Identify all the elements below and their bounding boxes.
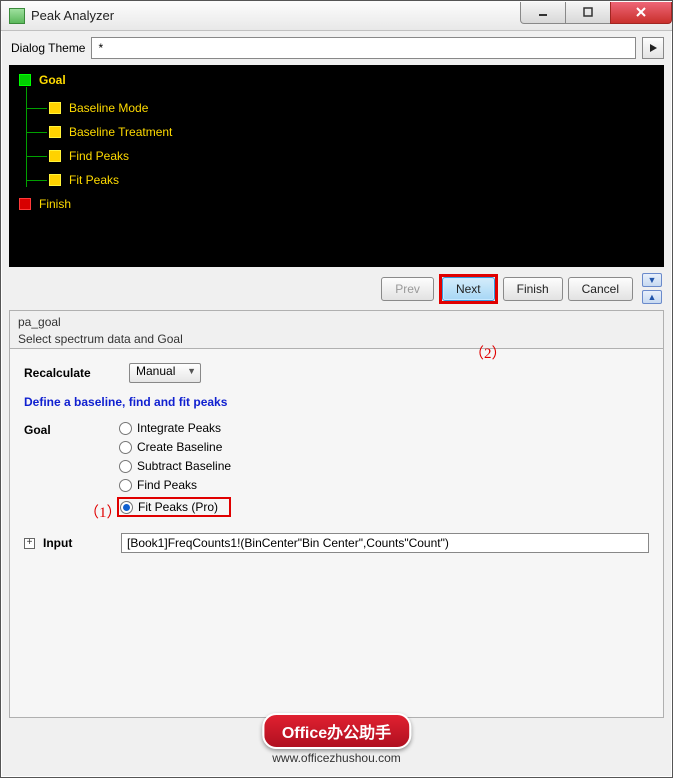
titlebar[interactable]: Peak Analyzer [1,1,672,31]
radio-label: Fit Peaks (Pro) [138,500,218,514]
tree-children: Baseline Mode Baseline Treatment Find Pe… [26,87,654,187]
radio-fit-peaks-pro[interactable]: Fit Peaks (Pro) [120,500,221,514]
recalculate-select[interactable]: Manual [129,363,201,383]
tree-root-label: Goal [39,73,66,87]
spin-up-button[interactable]: ▲ [642,290,662,304]
play-icon [648,43,658,53]
main-panel: Recalculate Manual Define a baseline, fi… [9,348,664,718]
cancel-button[interactable]: Cancel [568,277,633,301]
square-yellow-icon [49,150,61,162]
section-desc: Select spectrum data and Goal [18,332,655,346]
recalculate-row: Recalculate Manual [24,363,649,383]
dialog-theme-input[interactable] [91,37,636,59]
radio-create-baseline[interactable]: Create Baseline [119,440,231,454]
expand-input-button[interactable]: + [24,538,35,549]
annotation-1: （1） [84,501,122,522]
close-button[interactable] [610,2,672,24]
minimize-icon [537,6,549,18]
input-data-field[interactable] [121,533,649,553]
dialog-theme-menu-button[interactable] [642,37,664,59]
chevron-up-icon: ▲ [648,292,657,302]
minimize-button[interactable] [520,2,566,24]
tree-root-goal[interactable]: Goal [19,73,654,87]
radio-subtract-baseline[interactable]: Subtract Baseline [119,459,231,473]
app-icon [9,8,25,24]
maximize-button[interactable] [565,2,611,24]
goal-radio-group: Integrate Peaks Create Baseline Subtract… [119,421,231,517]
window-controls [521,2,672,24]
radio-label: Create Baseline [137,440,222,454]
tree-item-label: Baseline Treatment [69,125,172,139]
chevron-down-icon: ▼ [648,275,657,285]
maximize-icon [582,6,594,18]
input-row: + Input [24,533,649,553]
dialog-theme-row: Dialog Theme [1,31,672,61]
panel-subtitle: Define a baseline, find and fit peaks [24,395,649,409]
tree-item-label: Fit Peaks [69,173,119,187]
square-yellow-icon [49,102,61,114]
wizard-nav: Prev Next Finish Cancel ▼ ▲ [1,273,672,308]
next-button-highlight: Next [439,274,498,304]
radio-icon [119,422,132,435]
radio-icon [119,479,132,492]
tree-item-label: Baseline Mode [69,101,148,115]
spin-down-button[interactable]: ▼ [642,273,662,287]
radio-label: Find Peaks [137,478,197,492]
radio-label: Integrate Peaks [137,421,221,435]
tree-item-find-peaks[interactable]: Find Peaks [49,149,654,163]
recalculate-label: Recalculate [24,366,119,380]
dialog-theme-label: Dialog Theme [11,41,85,55]
close-icon [634,5,648,19]
wizard-tree: Goal Baseline Mode Baseline Treatment Fi… [9,65,664,267]
square-green-icon [19,74,31,86]
radio-icon [119,441,132,454]
recalculate-value: Manual [136,364,175,378]
annotation-2: （2） [469,342,507,363]
tree-item-baseline-treatment[interactable]: Baseline Treatment [49,125,654,139]
watermark-url: www.officezhushou.com [262,751,411,765]
radio-icon [119,460,132,473]
watermark-pill: Office办公助手 [262,713,411,749]
goal-label: Goal [24,421,119,437]
tree-finish-label: Finish [39,197,71,211]
tree-item-label: Find Peaks [69,149,129,163]
input-label: Input [43,536,113,550]
watermark: Office办公助手 www.officezhushou.com [262,713,411,765]
radio-label: Subtract Baseline [137,459,231,473]
prev-button[interactable]: Prev [381,277,434,301]
square-yellow-icon [49,174,61,186]
radio-fit-peaks-highlight: Fit Peaks (Pro) [117,497,231,517]
section-header: pa_goal Select spectrum data and Goal [9,310,664,348]
finish-button[interactable]: Finish [503,277,563,301]
tree-item-baseline-mode[interactable]: Baseline Mode [49,101,654,115]
tree-item-fit-peaks[interactable]: Fit Peaks [49,173,654,187]
plus-icon: + [27,538,33,548]
radio-find-peaks[interactable]: Find Peaks [119,478,231,492]
section-code: pa_goal [18,315,655,329]
next-button[interactable]: Next [442,277,495,301]
square-red-icon [19,198,31,210]
peak-analyzer-window: Peak Analyzer Dialog Theme Goal [0,0,673,778]
tree-item-finish[interactable]: Finish [19,197,654,211]
radio-integrate-peaks[interactable]: Integrate Peaks [119,421,231,435]
window-title: Peak Analyzer [31,8,521,23]
panel-size-spinner: ▼ ▲ [642,273,662,304]
square-yellow-icon [49,126,61,138]
